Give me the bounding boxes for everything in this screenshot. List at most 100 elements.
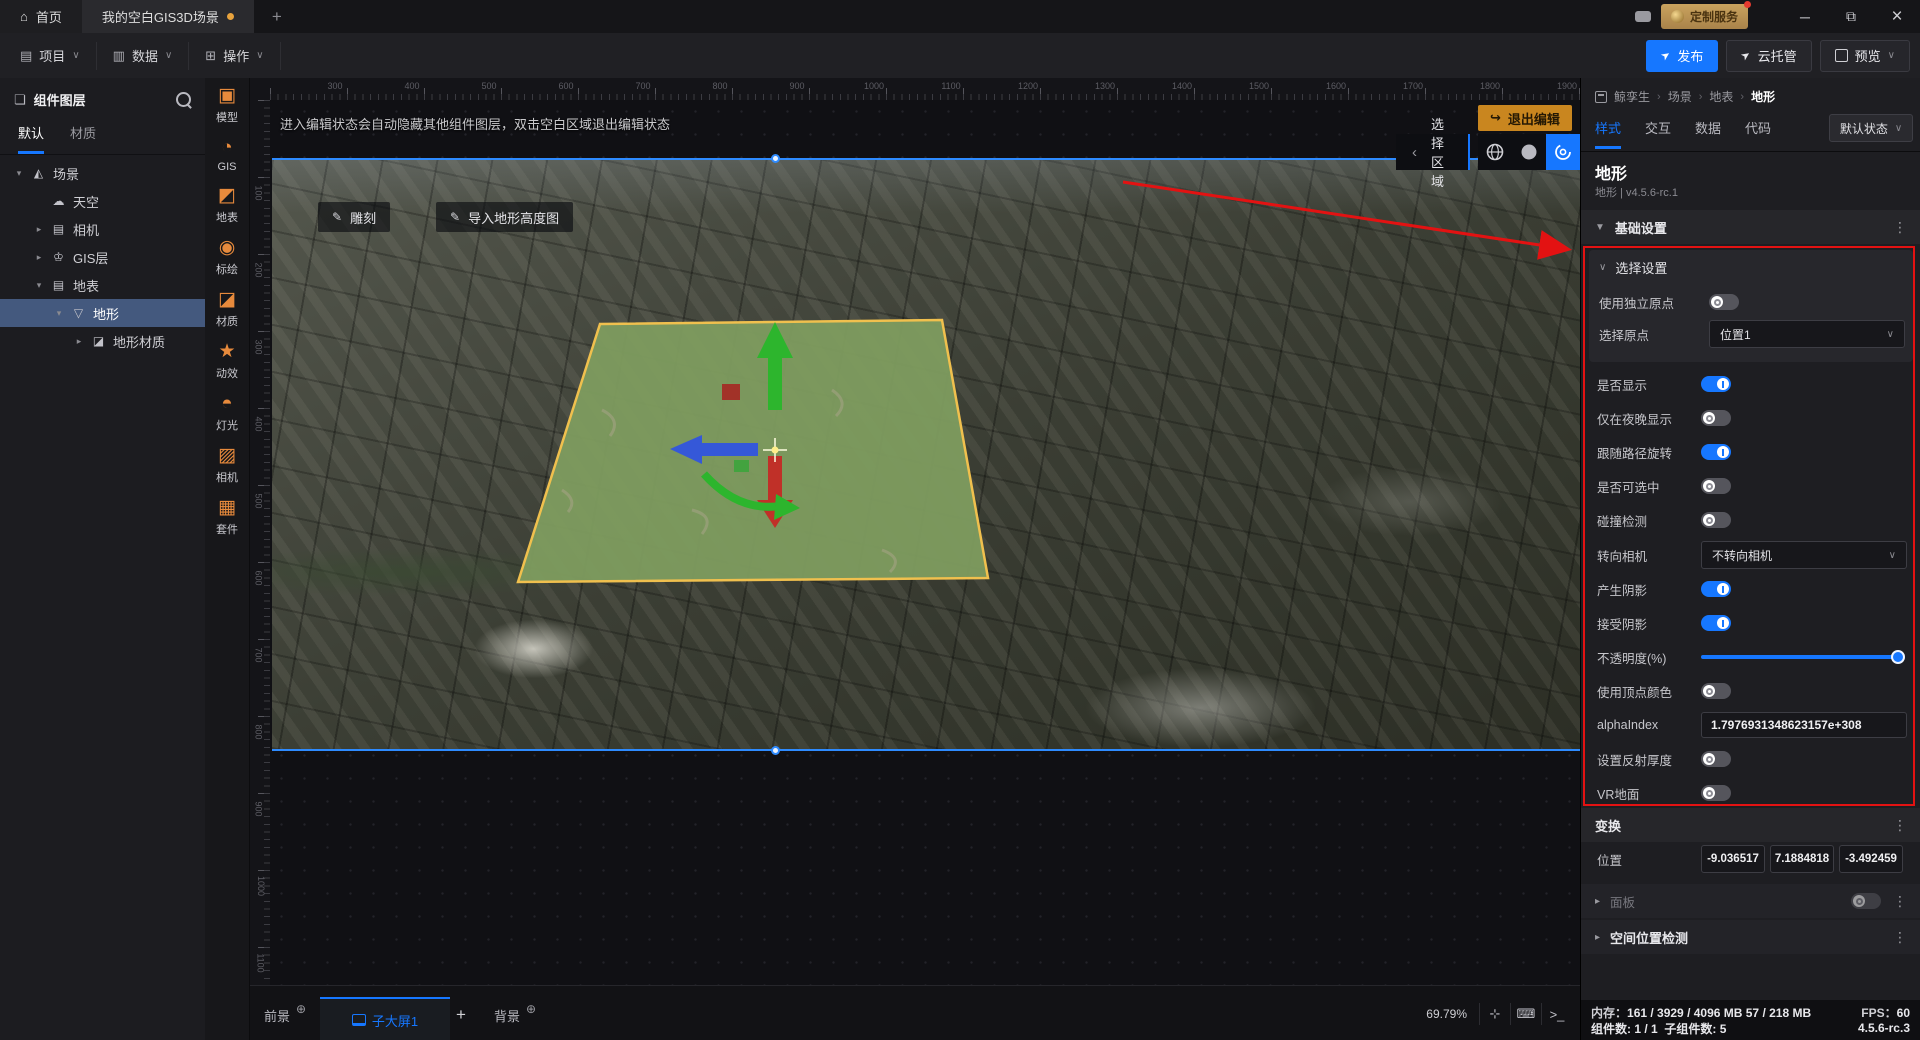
fit-screen-icon[interactable]: ⊹ [1479, 1003, 1510, 1025]
foreground-tab[interactable]: 前景 ⊕ [264, 998, 306, 1032]
dock-item-kit[interactable]: ▦ 套件 [216, 498, 238, 537]
dock-item-plot[interactable]: ◉ 标绘 [216, 238, 238, 277]
night-only-toggle[interactable] [1701, 410, 1731, 426]
dock-item-ground[interactable]: ◩ 地表 [216, 186, 238, 225]
custom-service-badge[interactable]: 定制服务 [1660, 1, 1751, 29]
face-camera-select[interactable]: 不转向相机 ∨ [1701, 541, 1907, 569]
viewport[interactable]: 300 400 500 600 700 800 900 1000 1100 1200 1300 140… [250, 78, 1580, 985]
position-y-input[interactable]: 7.1884818 [1770, 845, 1834, 873]
panel-section-header[interactable]: ▸ 面板 ⋮ [1581, 884, 1920, 918]
gizmo-center-point[interactable] [771, 446, 779, 454]
position-x-input[interactable]: -9.036517 [1701, 845, 1765, 873]
breadcrumb-item[interactable]: 鲸孪生 [1614, 88, 1650, 105]
preview-button[interactable]: 预览 ∨ [1819, 39, 1910, 72]
breadcrumb-item[interactable]: 地表 [1709, 88, 1733, 105]
receive-shadow-toggle[interactable] [1701, 615, 1731, 631]
space-detect-header[interactable]: ▸ 空间位置检测 ⋮ [1581, 920, 1920, 954]
add-circle-icon[interactable]: ⊕ [296, 1002, 306, 1016]
exit-edit-button[interactable]: ↪ 退出编辑 [1478, 105, 1572, 131]
dock-item-gis[interactable]: ◔ GIS [218, 138, 237, 174]
tab-home[interactable]: ⌂ 首页 [0, 0, 82, 33]
tree-item-terrain-material[interactable]: ▸ ◪ 地形材质 [0, 327, 205, 355]
caret-icon[interactable]: ▾ [54, 308, 64, 319]
breadcrumb-item[interactable]: 场景 [1668, 88, 1692, 105]
position-z-input[interactable]: -3.492459 [1839, 845, 1903, 873]
new-tab-button[interactable]: + [254, 0, 300, 33]
solid-circle-icon[interactable] [1512, 134, 1546, 170]
chevron-left-icon[interactable]: ‹ [1412, 144, 1417, 161]
select-origin-select[interactable]: 位置1 ∨ [1709, 320, 1905, 348]
visible-toggle[interactable] [1701, 376, 1731, 392]
sculpt-button[interactable]: ✎ 雕刻 [318, 202, 391, 232]
kebab-menu-icon[interactable]: ⋮ [1893, 893, 1907, 910]
caret-icon[interactable]: ▸ [34, 252, 44, 263]
gizmo-left-axis[interactable] [700, 443, 758, 456]
select-settings-header[interactable]: ∨ 选择设置 [1599, 258, 1667, 277]
menu-data[interactable]: ▥ 数据 ∨ [97, 41, 190, 70]
kebab-menu-icon[interactable]: ⋮ [1893, 817, 1907, 834]
add-screen-button[interactable]: + [456, 998, 466, 1032]
tree-item-ground[interactable]: ▾ ▤ 地表 [0, 271, 205, 299]
transform-header[interactable]: 变换 ⋮ [1581, 808, 1920, 842]
inspector-tab-style[interactable]: 样式 [1595, 118, 1622, 149]
caret-icon[interactable]: ▸ [34, 224, 44, 235]
caret-icon[interactable]: ▸ [74, 336, 84, 347]
selection-handle-top[interactable] [771, 154, 780, 163]
selection-handle-bottom[interactable] [771, 746, 780, 755]
opacity-slider[interactable] [1701, 649, 1905, 665]
gizmo-green-cube[interactable] [734, 460, 749, 472]
kebab-menu-icon[interactable]: ⋮ [1893, 929, 1907, 946]
sidebar-tab-default[interactable]: 默认 [18, 123, 45, 154]
menu-operate[interactable]: ⊞ 操作 ∨ [189, 41, 281, 70]
panel-toggle[interactable] [1851, 893, 1881, 909]
screen-tab-active[interactable]: 子大屏1 [320, 997, 450, 1040]
canvas-area[interactable]: ✎ 雕刻 ✎ 导入地形高度图 ‹ 选择区域 进入编辑状态会自动隐藏其他组件图层，… [270, 100, 1580, 985]
caret-icon[interactable]: ▾ [34, 280, 44, 291]
tree-item-sky[interactable]: ☁ 天空 [0, 187, 205, 215]
dock-item-effect[interactable]: ★ 动效 [216, 342, 238, 381]
sidebar-tab-material[interactable]: 材质 [70, 123, 96, 154]
alpha-index-input[interactable]: 1.7976931348623157e+308 [1701, 712, 1907, 738]
cloud-host-button[interactable]: ➤ 云托管 [1726, 39, 1812, 72]
dock-item-camera[interactable]: ▨ 相机 [216, 446, 238, 485]
state-selector[interactable]: 默认状态 ∨ [1829, 114, 1913, 142]
arc-circle-icon[interactable] [1546, 134, 1580, 170]
kebab-menu-icon[interactable]: ⋮ [1893, 219, 1907, 236]
reflection-thickness-toggle[interactable] [1701, 751, 1731, 767]
chat-icon[interactable] [1634, 11, 1651, 22]
gizmo-up-axis[interactable] [768, 356, 782, 410]
collision-detection-toggle[interactable] [1701, 512, 1731, 528]
tree-item-scene[interactable]: ▾ ◭ 场景 [0, 159, 205, 187]
wire-globe-icon[interactable] [1478, 134, 1512, 170]
background-tab[interactable]: 背景 ⊕ [494, 998, 536, 1032]
inspector-tab-interaction[interactable]: 交互 [1645, 118, 1671, 149]
terminal-icon[interactable]: >_ [1541, 1003, 1572, 1025]
zoom-level[interactable]: 69.79% [1426, 1007, 1467, 1021]
use-independent-origin-toggle[interactable] [1709, 294, 1739, 310]
selectable-toggle[interactable] [1701, 478, 1731, 494]
base-settings-header[interactable]: ▼ 基础设置 ⋮ [1581, 210, 1920, 244]
select-region-button[interactable]: ‹ 选择区域 [1396, 117, 1468, 189]
tree-item-terrain[interactable]: ▾ ▽ 地形 [0, 299, 205, 327]
restore-button[interactable]: ⧉ [1828, 0, 1874, 33]
minimize-button[interactable]: ─ [1782, 0, 1828, 33]
tab-document[interactable]: 我的空白GIS3D场景 [81, 0, 254, 33]
inspector-tab-code[interactable]: 代码 [1745, 118, 1771, 149]
close-button[interactable]: × [1874, 0, 1920, 33]
dock-item-light[interactable]: ◓ 灯光 [216, 394, 238, 433]
vertex-color-toggle[interactable] [1701, 683, 1731, 699]
add-circle-icon[interactable]: ⊕ [526, 1002, 536, 1016]
cast-shadow-toggle[interactable] [1701, 581, 1731, 597]
scene-canvas[interactable] [272, 154, 1580, 755]
publish-button[interactable]: ➤ 发布 [1646, 39, 1719, 72]
inspector-tab-data[interactable]: 数据 [1695, 118, 1721, 149]
vr-ground-toggle[interactable] [1701, 785, 1731, 801]
gizmo-down-axis[interactable] [768, 456, 782, 502]
dock-item-material[interactable]: ◪ 材质 [216, 290, 238, 329]
caret-icon[interactable]: ▾ [14, 168, 24, 179]
menu-project[interactable]: ▤ 项目 ∨ [4, 41, 97, 70]
search-icon[interactable] [176, 92, 191, 107]
tree-item-gis-layer[interactable]: ▸ ♔ GIS层 [0, 243, 205, 271]
import-heightmap-button[interactable]: ✎ 导入地形高度图 [436, 202, 574, 232]
gizmo-red-cube[interactable] [722, 384, 740, 400]
